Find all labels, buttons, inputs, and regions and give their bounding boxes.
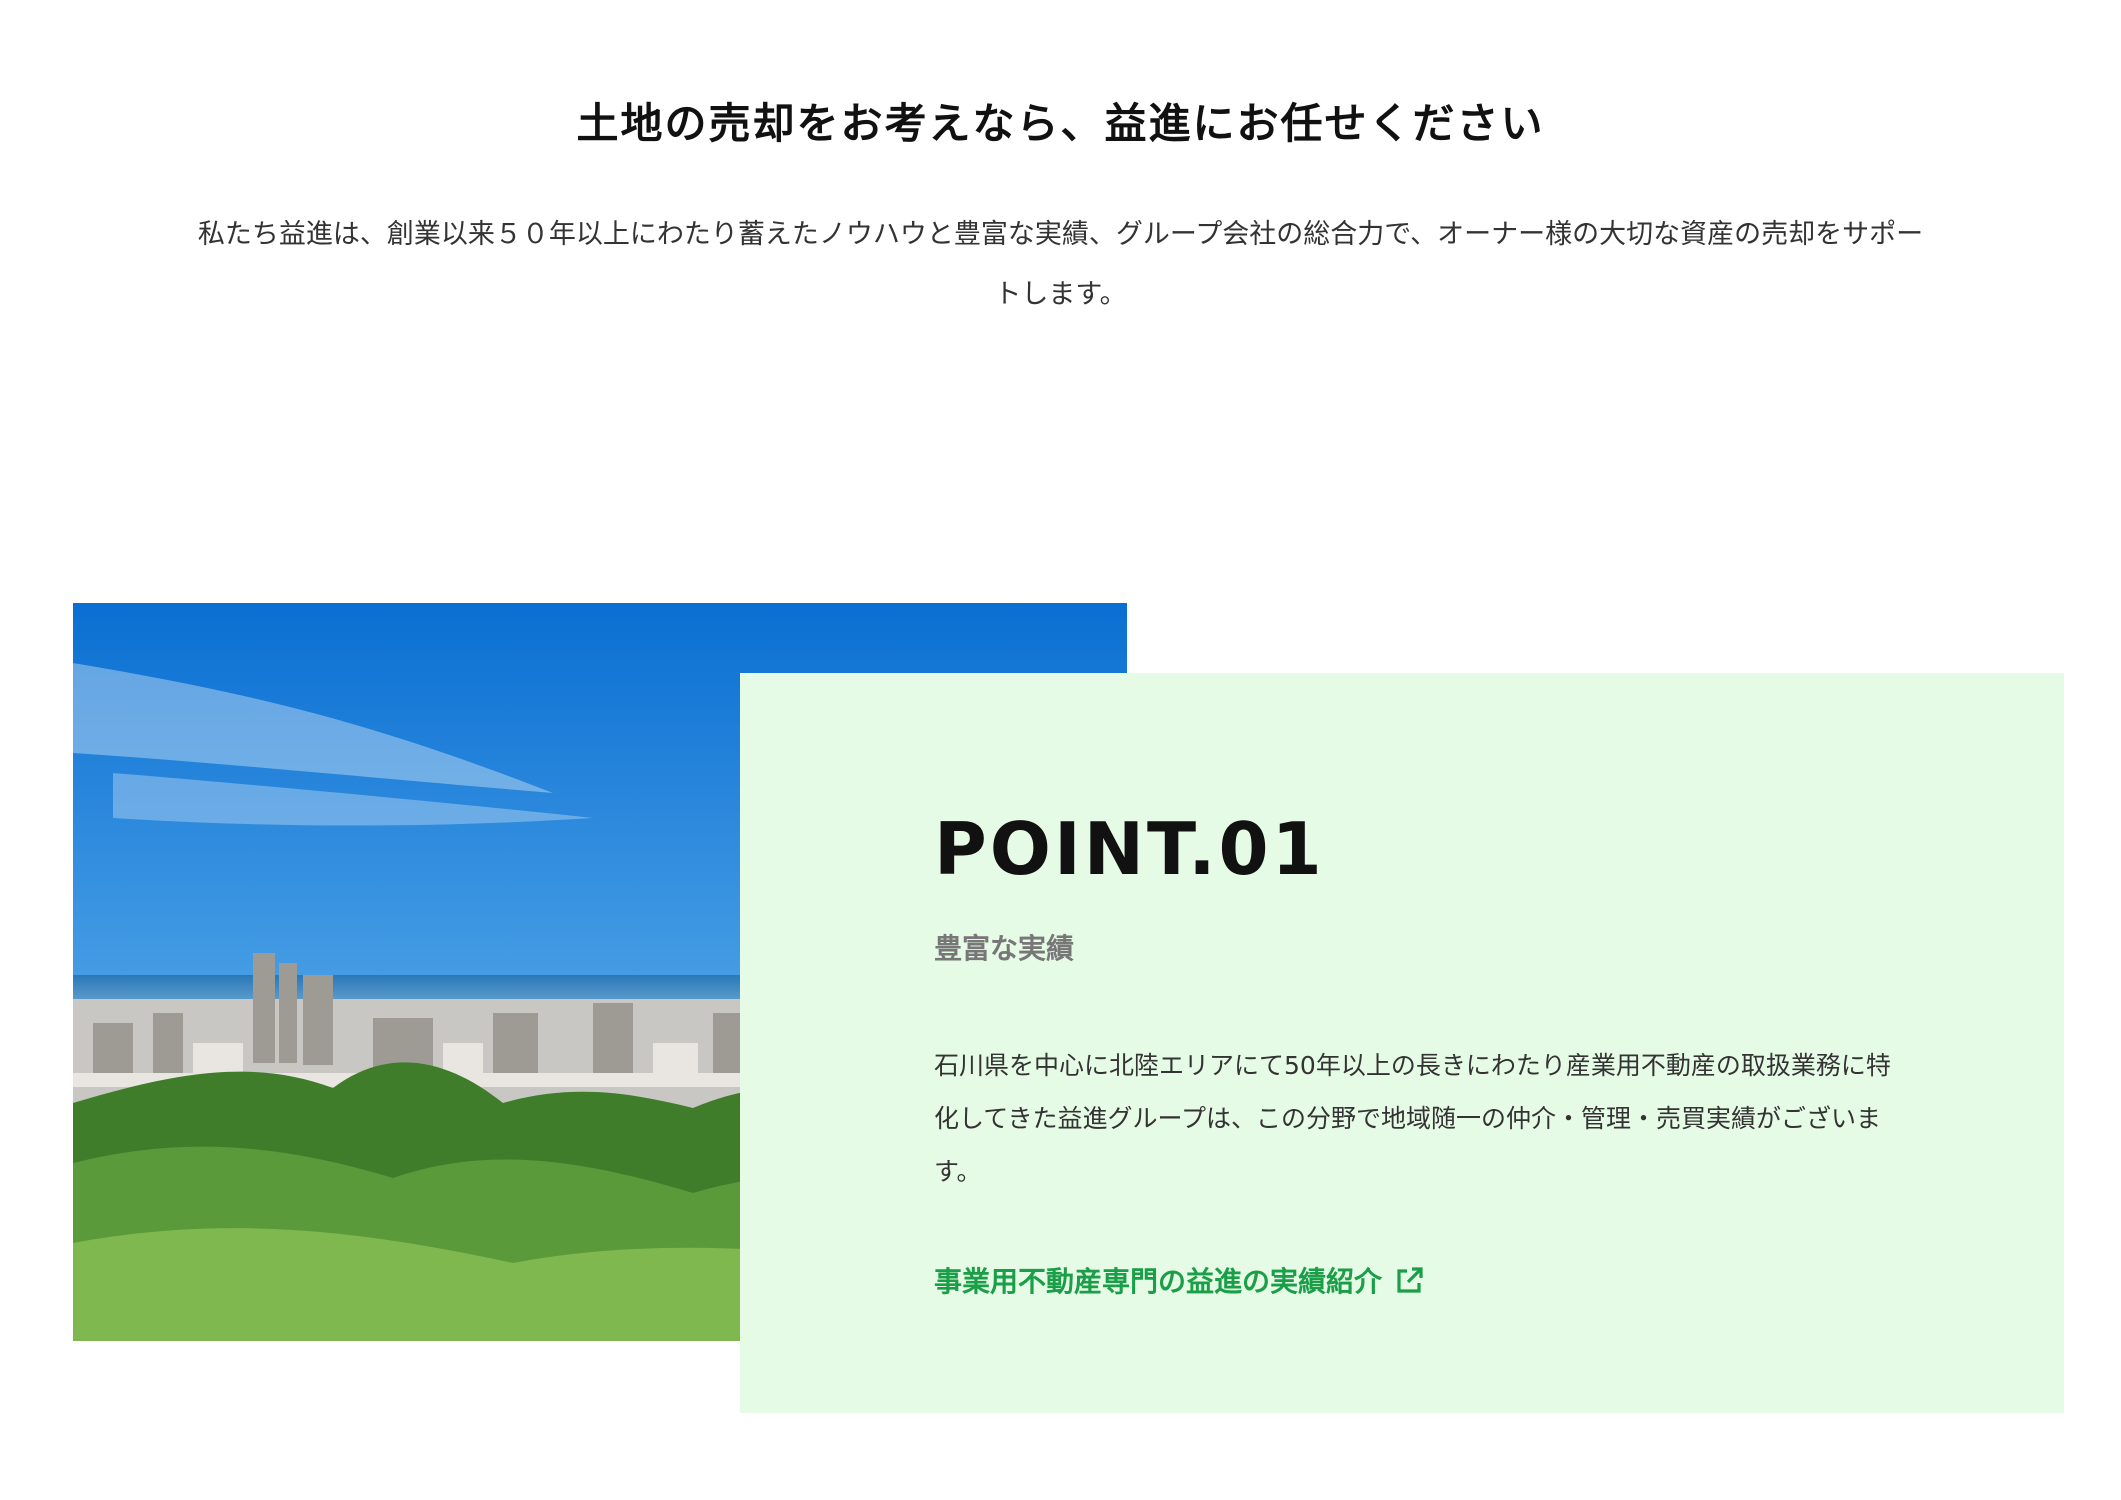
- achievements-link[interactable]: 事業用不動産専門の益進の実績紹介: [934, 1260, 1426, 1300]
- point-card-content: POINT.01 豊富な実績 石川県を中心に北陸エリアにて50年以上の長きにわた…: [934, 813, 1934, 1300]
- point-card: POINT.01 豊富な実績 石川県を中心に北陸エリアにて50年以上の長きにわた…: [740, 673, 2064, 1413]
- point-heading: POINT.01: [934, 807, 1325, 891]
- section-title: 土地の売却をお考えなら、益進にお任せください: [576, 99, 1545, 148]
- point-subtitle: 豊富な実績: [934, 932, 1075, 965]
- achievements-link-label: 事業用不動産専門の益進の実績紹介: [934, 1265, 1383, 1298]
- intro-text: 私たち益進は、創業以来５０年以上にわたり蓄えたノウハウと豊富な実績、グループ会社…: [197, 219, 1924, 310]
- external-link-icon: [1394, 1264, 1426, 1296]
- point-body: 石川県を中心に北陸エリアにて50年以上の長きにわたり産業用不動産の取扱業務に特化…: [934, 1051, 1891, 1186]
